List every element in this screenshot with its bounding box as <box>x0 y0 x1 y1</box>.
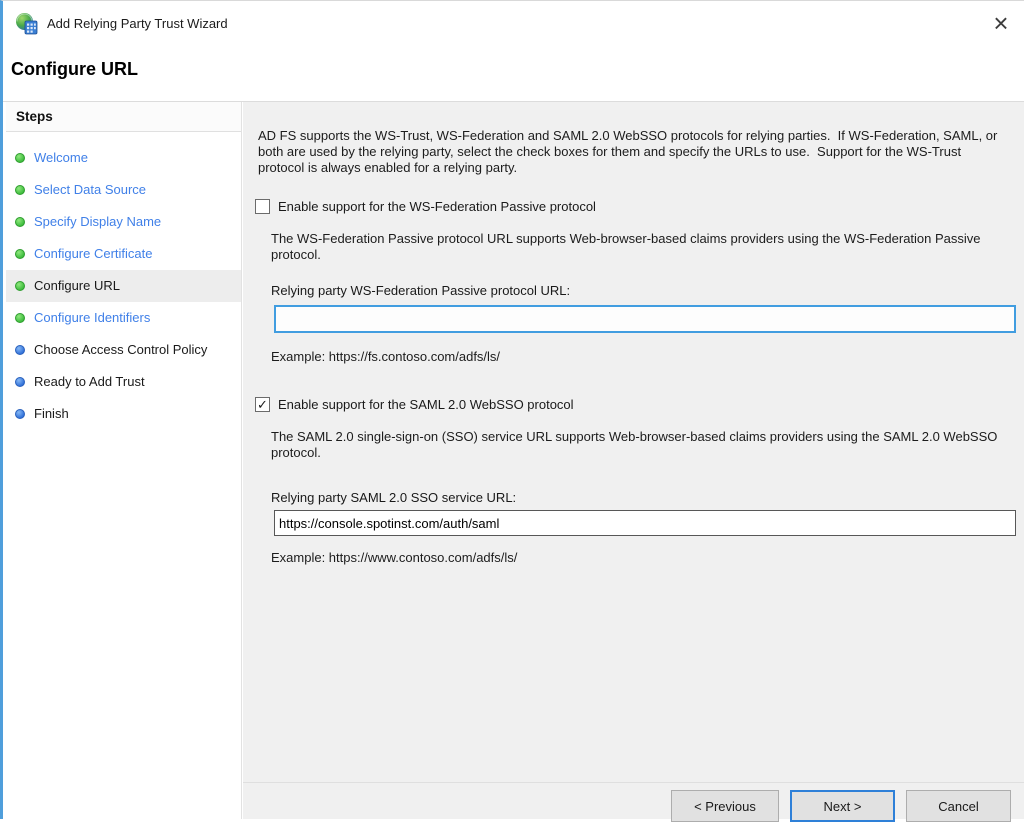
previous-button[interactable]: < Previous <box>671 790 779 822</box>
step-status-dot <box>15 313 25 323</box>
step-status-dot <box>15 217 25 227</box>
sidebar-step-configure-identifiers[interactable]: Configure Identifiers <box>6 302 241 334</box>
step-status-dot <box>15 281 25 291</box>
wsfed-checkbox[interactable] <box>255 199 270 214</box>
saml-example-text: Example: https://www.contoso.com/adfs/ls… <box>271 550 517 565</box>
sidebar-step-configure-certificate[interactable]: Configure Certificate <box>6 238 241 270</box>
adfs-wizard-icon <box>15 12 39 36</box>
wsfed-url-input[interactable] <box>274 305 1016 333</box>
footer-divider <box>243 782 1024 783</box>
sidebar-step-ready-to-add-trust[interactable]: Ready to Add Trust <box>6 366 241 398</box>
saml-url-label: Relying party SAML 2.0 SSO service URL: <box>271 490 516 505</box>
wsfed-description: The WS-Federation Passive protocol URL s… <box>271 231 983 263</box>
wizard-window: Add Relying Party Trust Wizard × Configu… <box>0 0 1024 819</box>
close-icon[interactable]: × <box>984 7 1018 41</box>
step-status-dot <box>15 377 25 387</box>
wsfed-checkbox-label[interactable]: Enable support for the WS-Federation Pas… <box>278 199 596 215</box>
page-title: Configure URL <box>11 59 138 80</box>
steps-sidebar: Steps Welcome Select Data Source Specify D… <box>6 102 242 819</box>
step-status-dot <box>15 409 25 419</box>
step-label: Specify Display Name <box>34 214 161 229</box>
saml-checkbox[interactable]: ✓ <box>255 397 270 412</box>
step-label: Select Data Source <box>34 182 146 197</box>
step-label: Finish <box>34 406 69 421</box>
next-button[interactable]: Next > <box>790 790 895 822</box>
cancel-button[interactable]: Cancel <box>906 790 1011 822</box>
step-status-dot <box>15 153 25 163</box>
intro-text: AD FS supports the WS-Trust, WS-Federati… <box>258 128 1010 176</box>
saml-description: The SAML 2.0 single-sign-on (SSO) servic… <box>271 429 1007 461</box>
sidebar-step-select-data-source[interactable]: Select Data Source <box>6 174 241 206</box>
saml-checkbox-label[interactable]: Enable support for the SAML 2.0 WebSSO p… <box>278 397 574 413</box>
sidebar-step-configure-url[interactable]: Configure URL <box>6 270 241 302</box>
step-label: Choose Access Control Policy <box>34 342 207 357</box>
step-label: Ready to Add Trust <box>34 374 145 389</box>
sidebar-step-welcome[interactable]: Welcome <box>6 142 241 174</box>
step-label: Welcome <box>34 150 88 165</box>
wsfed-url-label: Relying party WS-Federation Passive prot… <box>271 283 570 298</box>
step-status-dot <box>15 345 25 355</box>
step-status-dot <box>15 185 25 195</box>
step-status-dot <box>15 249 25 259</box>
steps-list: Welcome Select Data Source Specify Display… <box>6 132 241 430</box>
saml-url-input[interactable] <box>274 510 1016 536</box>
sidebar-step-choose-access-control-policy[interactable]: Choose Access Control Policy <box>6 334 241 366</box>
sidebar-step-finish[interactable]: Finish <box>6 398 241 430</box>
step-label: Configure Identifiers <box>34 310 150 325</box>
window-title: Add Relying Party Trust Wizard <box>47 1 228 47</box>
wizard-content-pane: AD FS supports the WS-Trust, WS-Federati… <box>243 102 1024 819</box>
step-label: Configure URL <box>34 278 120 293</box>
title-bar: Add Relying Party Trust Wizard × <box>3 1 1024 47</box>
sidebar-step-specify-display-name[interactable]: Specify Display Name <box>6 206 241 238</box>
steps-header: Steps <box>6 102 241 132</box>
step-label: Configure Certificate <box>34 246 153 261</box>
wsfed-example-text: Example: https://fs.contoso.com/adfs/ls/ <box>271 349 500 364</box>
